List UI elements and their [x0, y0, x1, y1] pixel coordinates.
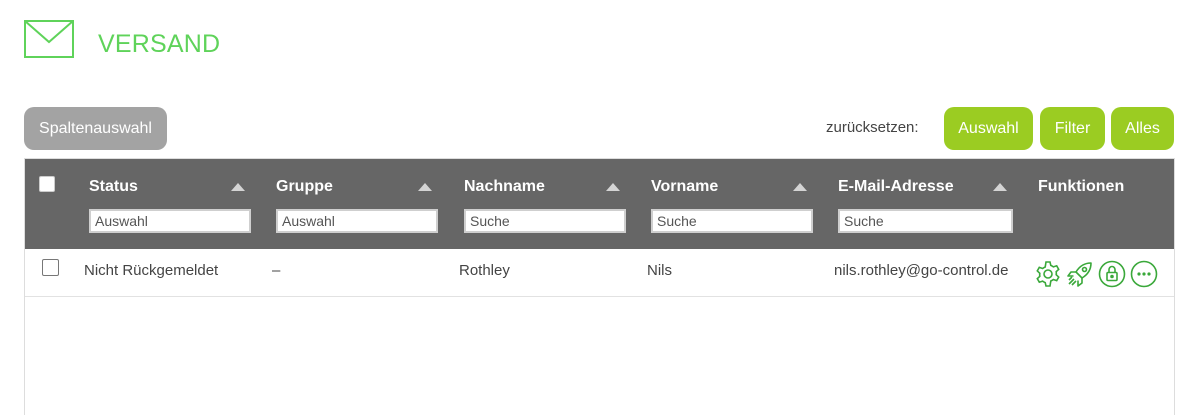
status-cell: Nicht Rückgemeldet [84, 262, 219, 279]
toolbar: Spaltenauswahl zurücksetzen: Auswahl Fil… [24, 107, 1174, 151]
last-name-search-input[interactable] [464, 209, 626, 233]
column-selection-button[interactable]: Spaltenauswahl [24, 107, 167, 150]
column-group: Gruppe [276, 159, 438, 249]
column-status: Status [89, 159, 251, 249]
select-all-checkbox[interactable] [39, 176, 55, 192]
sort-asc-icon[interactable] [993, 183, 1007, 191]
rocket-icon[interactable] [1066, 260, 1094, 288]
table-row[interactable]: Nicht Rückgemeldet – Rothley Nils nils.r… [25, 249, 1174, 297]
column-first-name-label: Vorname [651, 178, 719, 195]
recipients-table: Status Gruppe Nachname Vorname E-Mail-Ad… [24, 158, 1175, 415]
column-functions: Funktionen [1038, 159, 1168, 249]
group-cell: – [272, 262, 281, 279]
page-title: VERSAND [98, 30, 221, 58]
reset-filter-button[interactable]: Filter [1040, 107, 1105, 150]
table-header: Status Gruppe Nachname Vorname E-Mail-Ad… [25, 159, 1174, 249]
column-status-label: Status [89, 178, 138, 195]
row-checkbox[interactable] [42, 259, 59, 276]
more-icon[interactable] [1130, 260, 1158, 288]
sort-asc-icon[interactable] [606, 183, 620, 191]
status-filter-input[interactable] [89, 209, 251, 233]
email-search-input[interactable] [838, 209, 1013, 233]
page-header [24, 18, 74, 60]
envelope-icon [24, 20, 74, 58]
first-name-cell: Nils [647, 262, 672, 279]
column-functions-label: Funktionen [1038, 178, 1125, 195]
column-first-name: Vorname [651, 159, 813, 249]
column-group-label: Gruppe [276, 178, 333, 195]
sort-asc-icon[interactable] [231, 183, 245, 191]
column-email-label: E-Mail-Adresse [838, 178, 954, 195]
column-email: E-Mail-Adresse [838, 159, 1013, 249]
lock-icon[interactable] [1098, 260, 1126, 288]
row-functions [1034, 260, 1158, 290]
reset-label: zurücksetzen: [826, 119, 919, 136]
first-name-search-input[interactable] [651, 209, 813, 233]
reset-all-button[interactable]: Alles [1111, 107, 1174, 150]
reset-selection-button[interactable]: Auswahl [944, 107, 1033, 150]
column-last-name-label: Nachname [464, 178, 545, 195]
gear-icon[interactable] [1034, 260, 1062, 288]
sort-asc-icon[interactable] [793, 183, 807, 191]
last-name-cell: Rothley [459, 262, 510, 279]
column-last-name: Nachname [464, 159, 626, 249]
email-cell: nils.rothley@go-control.de [834, 262, 1009, 279]
group-filter-input[interactable] [276, 209, 438, 233]
sort-asc-icon[interactable] [418, 183, 432, 191]
